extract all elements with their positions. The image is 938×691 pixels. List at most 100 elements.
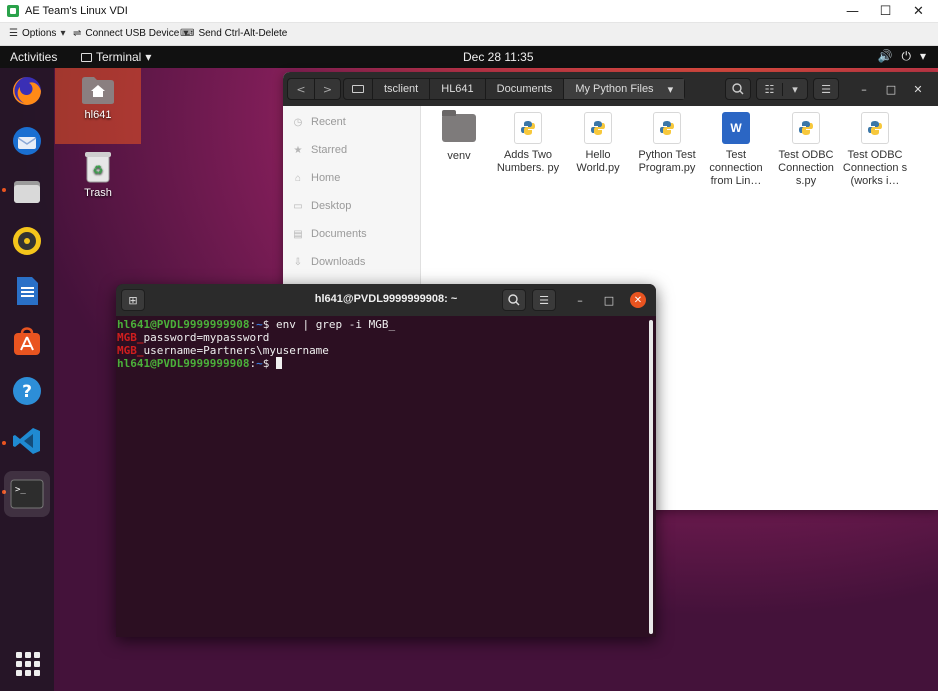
thunderbird-launcher[interactable]	[9, 123, 45, 159]
files-maximize-button[interactable]: □	[883, 81, 899, 97]
vdi-toolbar: ☰ Options ▾ ⇌ Connect USB Device ▾ ⌨ Sen…	[0, 23, 938, 46]
sidebar-item-label: Downloads	[311, 256, 366, 268]
clock[interactable]: Dec 28 11:35	[463, 50, 534, 64]
vdi-window-title: AE Team's Linux VDI	[25, 5, 128, 17]
vdi-app-icon	[7, 5, 19, 17]
maximize-button[interactable]: ☐	[869, 0, 902, 23]
files-icon	[14, 181, 40, 203]
help-launcher[interactable]: ?	[9, 373, 45, 409]
terminal-app-icon	[81, 52, 92, 62]
rhythmbox-icon	[13, 227, 41, 255]
files-launcher[interactable]	[9, 173, 45, 209]
terminal-menu-button[interactable]: ☰	[532, 289, 556, 311]
file-name: venv	[447, 150, 471, 162]
top-bar: Activities Terminal ▾ Dec 28 11:35 🔊 ⏻ ▾	[0, 46, 938, 68]
grep-match: MGB_	[117, 331, 144, 344]
terminal-launcher[interactable]: >_	[4, 471, 50, 517]
sidebar-item-desktop[interactable]: ▭ Desktop	[293, 200, 351, 212]
connect-usb-menu[interactable]: ⇌ Connect USB Device ▾	[73, 28, 188, 39]
files-close-button[interactable]: ✕	[910, 81, 926, 97]
prompt-user: hl641@PVDL9999999908	[117, 318, 250, 331]
connect-usb-label: Connect USB Device	[85, 28, 180, 39]
file-item[interactable]: Test ODBC Connection s (works i…	[842, 112, 908, 188]
dock: ? >_	[0, 68, 54, 691]
writer-launcher[interactable]	[9, 273, 45, 309]
crumb-drive[interactable]	[344, 79, 373, 99]
terminal-scrollbar[interactable]	[649, 320, 653, 634]
terminal-line: MGB_username=Partners\myusername	[117, 344, 647, 357]
volume-icon: 🔊	[877, 49, 893, 63]
desktop-trash[interactable]: ♻ Trash	[55, 150, 141, 204]
forward-button[interactable]: >	[314, 79, 340, 99]
activities-button[interactable]: Activities	[10, 50, 57, 64]
back-button[interactable]: <	[288, 79, 314, 99]
file-item[interactable]: Test ODBC Connection s.py	[773, 112, 839, 188]
file-item[interactable]: venv	[426, 110, 492, 163]
terminal-maximize-button[interactable]: □	[601, 292, 617, 308]
files-minimize-button[interactable]: –	[856, 81, 872, 97]
terminal-header-bar: ⊞ hl641@PVDL9999999908: ~ ☰ – □ ✕	[116, 284, 656, 316]
python-file-icon	[514, 112, 542, 144]
firefox-launcher[interactable]	[9, 73, 45, 109]
send-ctrl-alt-delete-button[interactable]: ⌨ Send Ctrl-Alt-Delete	[180, 28, 287, 39]
drive-icon	[352, 85, 364, 93]
options-menu[interactable]: ☰ Options ▾	[9, 28, 65, 39]
vscode-launcher[interactable]	[9, 423, 45, 459]
text-cursor	[275, 357, 282, 369]
sidebar-item-downloads[interactable]: ⇩ Downloads	[293, 256, 366, 268]
system-tray[interactable]: 🔊 ⏻ ▾	[878, 49, 926, 64]
file-item[interactable]: Hello World.py	[565, 112, 631, 175]
terminal-window[interactable]: ⊞ hl641@PVDL9999999908: ~ ☰ – □ ✕ hl641@…	[116, 284, 656, 637]
sidebar-item-home[interactable]: ⌂ Home	[293, 172, 340, 184]
show-applications-button[interactable]	[16, 652, 40, 676]
svg-text:>_: >_	[15, 485, 26, 495]
software-launcher[interactable]	[9, 323, 45, 359]
file-item[interactable]: Adds Two Numbers. py	[495, 112, 561, 175]
sidebar-item-starred[interactable]: ★ Starred	[293, 144, 348, 156]
ubuntu-desktop: Activities Terminal ▾ Dec 28 11:35 🔊 ⏻ ▾	[0, 46, 938, 691]
desktop-home-folder[interactable]: hl641	[55, 68, 141, 144]
terminal-output[interactable]: hl641@PVDL9999999908:~$ env | grep -i MG…	[117, 318, 647, 370]
crumb-hl641[interactable]: HL641	[430, 79, 486, 99]
crumb-my-python-files[interactable]: My Python Files ▾	[564, 79, 685, 99]
app-menu[interactable]: Terminal ▾	[81, 50, 151, 64]
rhythmbox-launcher[interactable]	[9, 223, 45, 259]
crumb-tsclient[interactable]: tsclient	[373, 79, 431, 99]
desktop-icon-label: Trash	[84, 187, 112, 199]
path-bar: tsclient HL641 Documents My Python Files…	[343, 78, 686, 100]
vscode-icon	[13, 428, 40, 454]
sidebar-item-documents[interactable]: ▤ Documents	[293, 228, 366, 240]
prompt-user: hl641@PVDL9999999908	[117, 357, 250, 370]
terminal-search-button[interactable]	[502, 289, 526, 311]
caret-down-icon: ▾	[667, 83, 674, 96]
vdi-title-bar: AE Team's Linux VDI — ☐ ✕	[0, 0, 938, 23]
file-item[interactable]: W Test connection from Lin…	[703, 112, 769, 188]
output-text: username=Partners\myusername	[143, 344, 329, 357]
search-button[interactable]	[725, 78, 751, 100]
minimize-button[interactable]: —	[836, 0, 869, 23]
terminal-line: hl641@PVDL9999999908:~$ env | grep -i MG…	[117, 318, 396, 331]
list-view-icon: ☷	[764, 82, 775, 96]
software-bag-icon	[14, 327, 40, 355]
options-label: Options	[21, 28, 57, 39]
terminal-close-button[interactable]: ✕	[630, 292, 646, 308]
terminal-minimize-button[interactable]: –	[572, 292, 588, 308]
svg-text:♻: ♻	[93, 163, 104, 177]
crumb-documents[interactable]: Documents	[486, 79, 565, 99]
file-name: Test ODBC Connection s.py	[778, 149, 834, 187]
file-item[interactable]: Python Test Program.py	[634, 112, 700, 175]
svg-text:?: ?	[22, 382, 32, 402]
history-nav: < >	[287, 78, 341, 100]
sidebar-item-recent[interactable]: ◷ Recent	[293, 116, 346, 128]
view-options[interactable]: ☷ ▾	[756, 78, 808, 100]
sidebar-item-label: Starred	[311, 144, 348, 156]
python-file-icon	[653, 112, 681, 144]
menu-button[interactable]: ☰	[813, 78, 839, 100]
hamburger-icon: ☰	[821, 82, 831, 96]
file-name: Python Test Program.py	[638, 149, 696, 174]
caret-down-icon: ▾	[60, 28, 66, 39]
sidebar-item-label: Desktop	[311, 200, 352, 212]
caret-down-icon: ▾	[919, 49, 926, 63]
terminal-icon: >_	[10, 479, 44, 509]
close-button[interactable]: ✕	[902, 0, 935, 23]
